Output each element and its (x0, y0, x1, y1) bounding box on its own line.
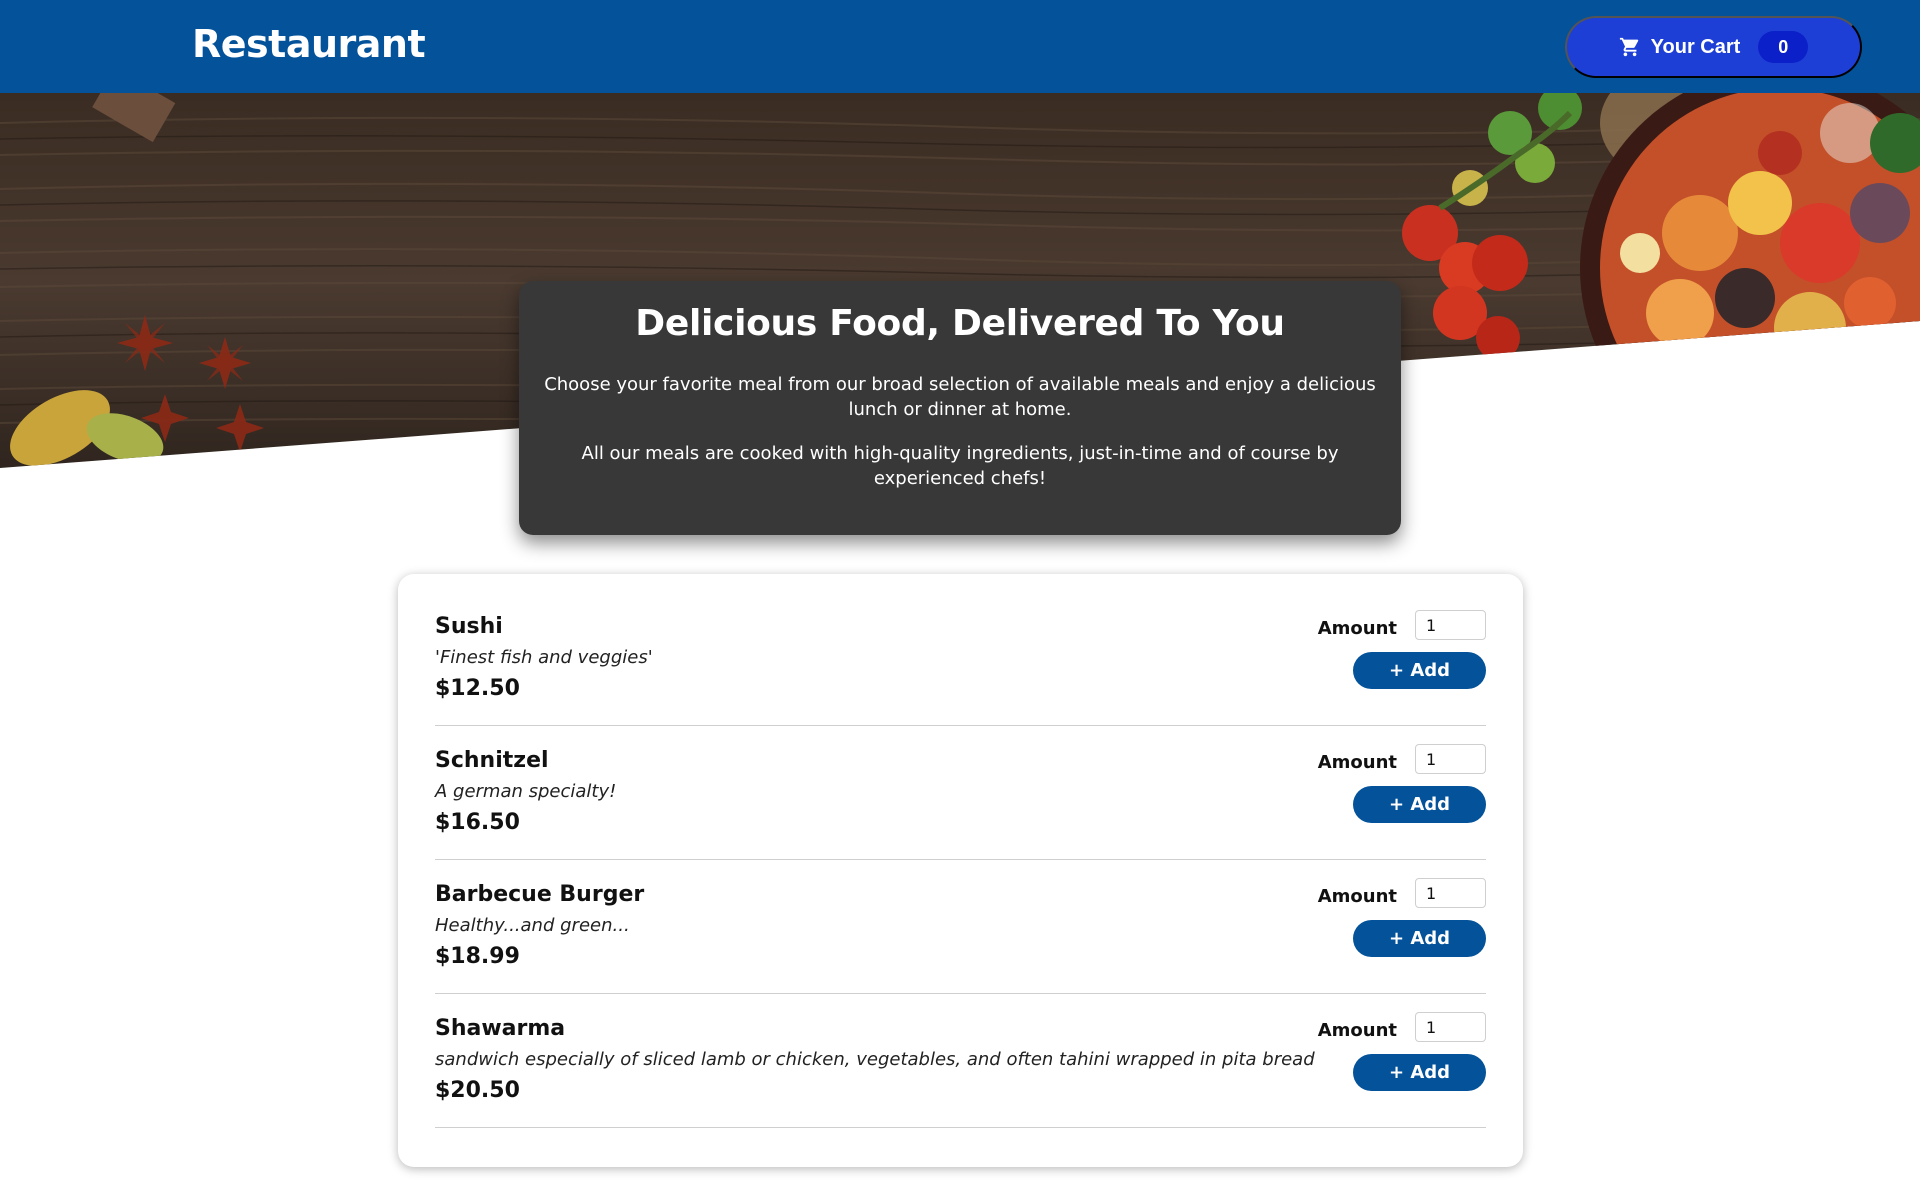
amount-label: Amount (1317, 1020, 1397, 1041)
shopping-cart-icon (1619, 37, 1638, 57)
meal-price: $12.50 (435, 676, 520, 701)
meal-item: Sushi 'Finest fish and veggies' $12.50 A… (435, 592, 1486, 726)
add-to-cart-button[interactable]: + Add (1353, 786, 1486, 823)
meal-price: $16.50 (435, 810, 520, 835)
cart-label: Your Cart (1650, 35, 1741, 58)
meal-name: Barbecue Burger (435, 882, 645, 907)
summary-card: Delicious Food, Delivered To You Choose … (519, 281, 1401, 535)
meal-item: Shawarma sandwich especially of sliced l… (435, 994, 1486, 1128)
meal-description: sandwich especially of sliced lamb or ch… (435, 1049, 1315, 1070)
cart-button[interactable]: Your Cart 0 (1565, 16, 1862, 78)
app-header: Restaurant Your Cart 0 (0, 0, 1920, 93)
add-to-cart-button[interactable]: + Add (1353, 652, 1486, 689)
summary-title: Delicious Food, Delivered To You (635, 303, 1285, 344)
amount-input[interactable] (1415, 610, 1486, 640)
summary-paragraph: Choose your favorite meal from our broad… (544, 374, 1376, 420)
meal-name: Schnitzel (435, 748, 549, 773)
amount-label: Amount (1317, 618, 1397, 639)
meal-name: Shawarma (435, 1016, 566, 1041)
add-to-cart-button[interactable]: + Add (1353, 920, 1486, 957)
meal-description: A german specialty! (435, 781, 617, 802)
meal-item: Barbecue Burger Healthy...and green... $… (435, 860, 1486, 994)
meal-price: $18.99 (435, 944, 520, 969)
amount-label: Amount (1317, 752, 1397, 773)
meal-price: $20.50 (435, 1078, 520, 1103)
amount-input[interactable] (1415, 744, 1486, 774)
amount-input[interactable] (1415, 1012, 1486, 1042)
amount-input[interactable] (1415, 878, 1486, 908)
meals-list: Sushi 'Finest fish and veggies' $12.50 A… (398, 574, 1523, 1167)
app-title: Restaurant (192, 22, 426, 66)
add-to-cart-button[interactable]: + Add (1353, 1054, 1486, 1091)
meal-description: 'Finest fish and veggies' (435, 647, 653, 668)
meal-item: Schnitzel A german specialty! $16.50 Amo… (435, 726, 1486, 860)
summary-paragraph: All our meals are cooked with high-quali… (581, 443, 1339, 489)
amount-label: Amount (1317, 886, 1397, 907)
cart-count-badge: 0 (1758, 31, 1809, 63)
meal-name: Sushi (435, 614, 503, 639)
meal-description: Healthy...and green... (435, 915, 630, 936)
